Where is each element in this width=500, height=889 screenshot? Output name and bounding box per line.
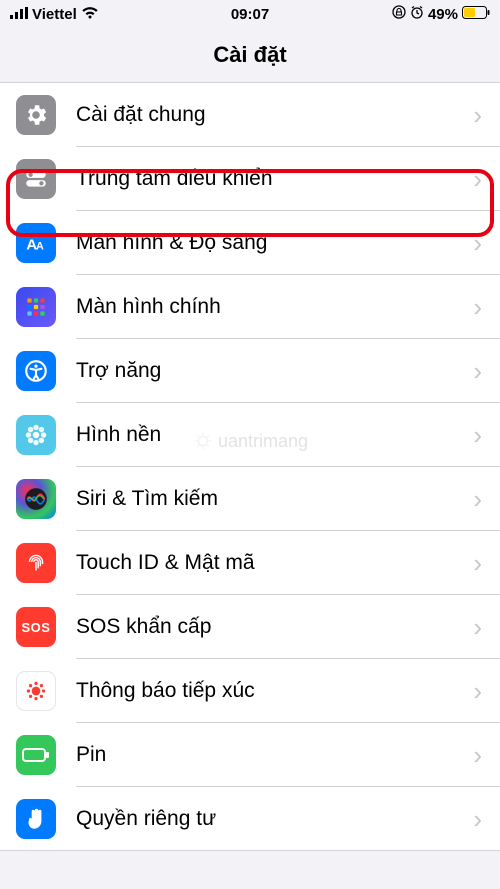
row-battery[interactable]: Pin › bbox=[0, 723, 500, 787]
row-label: Trợ năng bbox=[76, 359, 473, 383]
chevron-right-icon: › bbox=[473, 484, 484, 515]
chevron-right-icon: › bbox=[473, 740, 484, 771]
siri-icon bbox=[16, 479, 56, 519]
battery-icon-row bbox=[16, 735, 56, 775]
hand-icon bbox=[16, 799, 56, 839]
row-exposure-notification[interactable]: Thông báo tiếp xúc › bbox=[0, 659, 500, 723]
settings-screen: Viettel 09:07 49% Cài đặt bbox=[0, 0, 500, 889]
battery-icon bbox=[462, 6, 490, 23]
toggle-icon bbox=[16, 159, 56, 199]
row-general[interactable]: Cài đặt chung › bbox=[0, 83, 500, 147]
row-emergency-sos[interactable]: SOS SOS khẩn cấp › bbox=[0, 595, 500, 659]
svg-text:A: A bbox=[36, 241, 44, 253]
page-title: Cài đặt bbox=[0, 42, 500, 68]
row-privacy[interactable]: Quyền riêng tư › bbox=[0, 787, 500, 851]
flower-icon bbox=[16, 415, 56, 455]
row-label: Màn hình & Độ sáng bbox=[76, 231, 473, 255]
settings-list: Cài đặt chung › Trung tâm điều khiển › A… bbox=[0, 82, 500, 851]
row-label: Cài đặt chung bbox=[76, 103, 473, 127]
row-label: Màn hình chính bbox=[76, 295, 473, 319]
row-label: Quyền riêng tư bbox=[76, 807, 473, 831]
alarm-icon bbox=[410, 5, 424, 23]
row-siri-search[interactable]: Siri & Tìm kiếm › bbox=[0, 467, 500, 531]
chevron-right-icon: › bbox=[473, 676, 484, 707]
row-label: Thông báo tiếp xúc bbox=[76, 679, 473, 703]
row-accessibility[interactable]: Trợ năng › bbox=[0, 339, 500, 403]
nav-header: Cài đặt bbox=[0, 24, 500, 82]
exposure-icon bbox=[16, 671, 56, 711]
accessibility-icon bbox=[16, 351, 56, 391]
chevron-right-icon: › bbox=[473, 612, 484, 643]
status-bar: Viettel 09:07 49% bbox=[0, 0, 500, 24]
text-size-icon: AA bbox=[16, 223, 56, 263]
sos-icon: SOS bbox=[16, 607, 56, 647]
chevron-right-icon: › bbox=[473, 292, 484, 323]
row-label: Pin bbox=[76, 743, 473, 767]
chevron-right-icon: › bbox=[473, 164, 484, 195]
status-left: Viettel bbox=[10, 6, 99, 23]
row-display-brightness[interactable]: AA Màn hình & Độ sáng › bbox=[0, 211, 500, 275]
battery-percent-label: 49% bbox=[428, 6, 458, 23]
chevron-right-icon: › bbox=[473, 548, 484, 579]
row-label: Touch ID & Mật mã bbox=[76, 551, 473, 575]
row-touchid-passcode[interactable]: Touch ID & Mật mã › bbox=[0, 531, 500, 595]
carrier-label: Viettel bbox=[32, 6, 77, 23]
clock-label: 09:07 bbox=[231, 6, 269, 23]
chevron-right-icon: › bbox=[473, 420, 484, 451]
chevron-right-icon: › bbox=[473, 356, 484, 387]
row-label: Hình nền bbox=[76, 423, 473, 447]
row-home-screen[interactable]: Màn hình chính › bbox=[0, 275, 500, 339]
gear-icon bbox=[16, 95, 56, 135]
status-right: 49% bbox=[392, 5, 490, 23]
chevron-right-icon: › bbox=[473, 100, 484, 131]
row-label: SOS khẩn cấp bbox=[76, 615, 473, 639]
row-control-center[interactable]: Trung tâm điều khiển › bbox=[0, 147, 500, 211]
grid-icon bbox=[16, 287, 56, 327]
chevron-right-icon: › bbox=[473, 228, 484, 259]
wifi-icon bbox=[81, 6, 99, 23]
row-wallpaper[interactable]: Hình nền › bbox=[0, 403, 500, 467]
chevron-right-icon: › bbox=[473, 804, 484, 835]
signal-icon bbox=[10, 6, 28, 23]
row-label: Trung tâm điều khiển bbox=[76, 167, 473, 191]
row-label: Siri & Tìm kiếm bbox=[76, 487, 473, 511]
orientation-lock-icon bbox=[392, 5, 406, 23]
fingerprint-icon bbox=[16, 543, 56, 583]
